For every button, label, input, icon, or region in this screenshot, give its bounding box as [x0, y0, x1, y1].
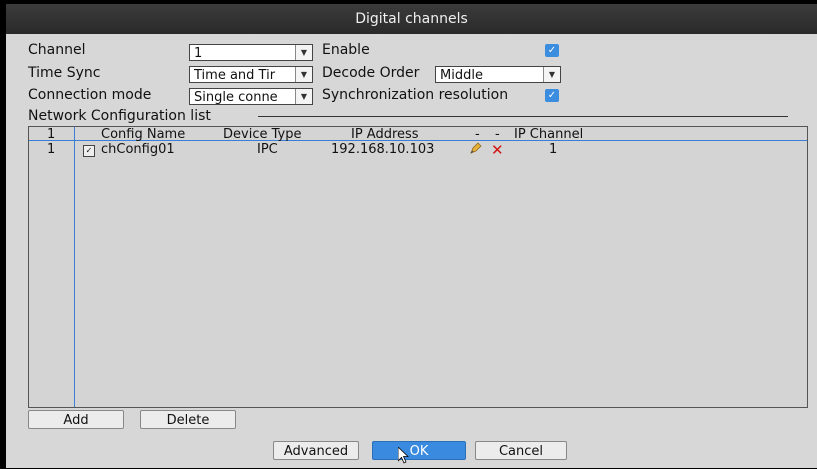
table-row-config-name[interactable]: chConfig01	[101, 142, 175, 157]
sync-resolution-label: Synchronization resolution	[322, 87, 509, 103]
connection-mode-select-value: Single conne	[194, 90, 278, 105]
column-header-device-type[interactable]: Device Type	[223, 127, 301, 142]
ok-button[interactable]: OK	[372, 441, 466, 460]
chevron-down-icon[interactable]: ▼	[295, 67, 312, 82]
delete-button[interactable]: Delete	[140, 410, 236, 429]
column-header-ip-channel[interactable]: IP Channel	[514, 127, 583, 142]
enable-checkbox[interactable]: ✓	[545, 44, 559, 57]
advanced-button[interactable]: Advanced	[273, 441, 359, 460]
table-row-ip-channel: 1	[549, 142, 558, 157]
chevron-down-icon[interactable]: ▼	[543, 67, 560, 82]
table-row-index: 1	[47, 142, 56, 157]
decode-order-select[interactable]: Middle ▼	[435, 66, 561, 83]
decode-order-select-value: Middle	[440, 68, 483, 83]
column-header-config-name[interactable]: Config Name	[101, 127, 185, 142]
network-config-list-title: Network Configuration list	[28, 108, 211, 124]
connection-mode-select[interactable]: Single conne ▼	[189, 88, 313, 105]
dialog-title: Digital channels	[6, 4, 817, 34]
channel-select-value: 1	[194, 46, 203, 61]
add-button[interactable]: Add	[28, 410, 124, 429]
network-config-list[interactable]: 1 Config Name Device Type IP Address - -…	[28, 126, 808, 408]
enable-label: Enable	[322, 42, 370, 58]
pencil-icon[interactable]	[470, 142, 482, 158]
column-header-index[interactable]: 1	[47, 127, 55, 142]
time-sync-select-value: Time and Tir	[194, 68, 276, 83]
section-divider	[258, 116, 788, 117]
table-row-ip-address: 192.168.10.103	[331, 142, 435, 157]
column-divider	[74, 127, 75, 407]
sync-resolution-checkbox[interactable]: ✓	[545, 89, 559, 102]
decode-order-label: Decode Order	[322, 65, 420, 81]
table-row-device-type: IPC	[257, 142, 278, 157]
connection-mode-label: Connection mode	[28, 87, 152, 103]
column-header-edit[interactable]: -	[475, 127, 480, 142]
mouse-cursor-icon	[397, 446, 410, 469]
channel-select[interactable]: 1 ▼	[189, 44, 313, 61]
time-sync-label: Time Sync	[28, 65, 101, 81]
column-header-ip-address[interactable]: IP Address	[351, 127, 419, 142]
cancel-button[interactable]: Cancel	[475, 441, 567, 460]
chevron-down-icon[interactable]: ▼	[295, 45, 312, 60]
column-header-delete[interactable]: -	[495, 127, 500, 142]
digital-channels-dialog: Digital channels Channel 1 ▼ Enable ✓ Ti…	[6, 4, 817, 468]
chevron-down-icon[interactable]: ▼	[295, 89, 312, 104]
channel-label: Channel	[28, 42, 86, 58]
row-checkbox[interactable]: ✓	[83, 145, 95, 157]
time-sync-select[interactable]: Time and Tir ▼	[189, 66, 313, 83]
red-x-icon[interactable]: ✕	[491, 141, 504, 159]
